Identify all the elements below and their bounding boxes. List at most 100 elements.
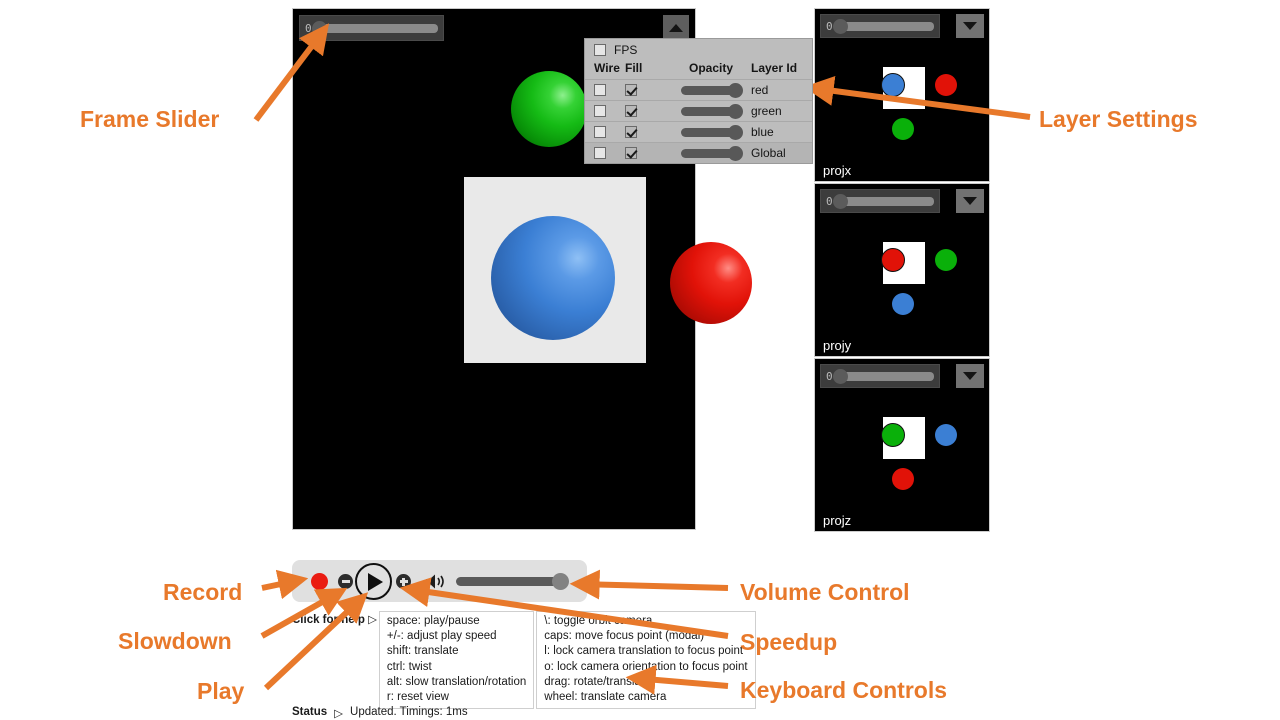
projection-dropdown-button[interactable] [956, 14, 984, 38]
volume-slider-handle[interactable] [552, 573, 569, 590]
red-dot [935, 74, 957, 96]
speedup-button[interactable] [396, 574, 411, 589]
help-item: caps: move focus point (modal) [544, 630, 705, 643]
blue-dot [881, 73, 905, 97]
help-item: \: toggle orbit camera [544, 615, 653, 627]
status-bar: Status ▷ Updated. Timings: 1ms [292, 706, 468, 720]
annotation-slowdown: Slowdown [118, 628, 232, 654]
projection-panel-projx[interactable]: 0 projx [814, 8, 990, 182]
help-item: space: play/pause [386, 615, 480, 627]
opacity-slider[interactable] [681, 145, 743, 161]
help-item: o: lock camera orientation to focus poin… [544, 660, 748, 673]
annotation-layer-settings: Layer Settings [1039, 106, 1198, 132]
opacity-slider[interactable] [681, 82, 743, 98]
red-dot [892, 468, 914, 490]
frame-slider-track[interactable] [311, 20, 438, 36]
blue-sphere [491, 216, 615, 340]
opacity-slider-handle[interactable] [728, 124, 743, 140]
frame-slider[interactable]: 0 [820, 14, 940, 38]
projection-dropdown-button[interactable] [956, 189, 984, 213]
annotation-speedup: Speedup [740, 629, 838, 655]
fill-checkbox[interactable] [625, 84, 637, 96]
arrow-volume-control [569, 569, 729, 600]
fps-row[interactable]: FPS [585, 39, 812, 60]
annotation-keyboard-controls: Keyboard Controls [740, 677, 948, 703]
record-button[interactable] [311, 573, 328, 590]
wire-checkbox[interactable] [594, 84, 606, 96]
help-item: +/-: adjust play speed [386, 630, 497, 643]
play-button[interactable] [355, 563, 392, 600]
table-row[interactable]: green [585, 100, 812, 121]
fill-checkbox[interactable] [625, 105, 637, 117]
status-label: Status [292, 706, 328, 718]
green-sphere [511, 71, 587, 147]
frame-slider-handle[interactable] [832, 193, 848, 209]
header-fill: Fill [625, 61, 643, 75]
header-wire: Wire [594, 61, 620, 75]
help-item: wheel: translate camera [544, 691, 667, 704]
projection-dropdown-button[interactable] [956, 364, 984, 388]
annotation-volume-control: Volume Control [740, 579, 910, 605]
fill-checkbox[interactable] [625, 126, 637, 138]
wire-checkbox[interactable] [594, 147, 606, 159]
triangle-down-icon [963, 197, 977, 205]
green-dot [935, 249, 957, 271]
opacity-slider-handle[interactable] [728, 82, 743, 98]
layer-id-label: green [751, 104, 782, 118]
status-text: Updated. Timings: 1ms [350, 706, 468, 718]
layer-id-label: red [751, 83, 769, 97]
fps-label: FPS [614, 43, 638, 57]
frame-slider[interactable]: 0 [820, 189, 940, 213]
red-sphere [670, 242, 752, 324]
frame-slider-handle[interactable] [832, 368, 848, 384]
layer-id-label: Global [751, 146, 786, 160]
frame-slider-value: 0 [826, 19, 833, 33]
frame-slider-value: 0 [826, 194, 833, 208]
frame-slider-track[interactable] [832, 193, 934, 209]
projection-panel-projy[interactable]: 0 projy [814, 183, 990, 357]
layer-settings-panel[interactable]: FPS Wire Fill Opacity Layer Id red green… [584, 38, 813, 164]
projection-label: projz [823, 513, 852, 528]
help-item: ctrl: twist [386, 660, 432, 673]
projection-panel-projz[interactable]: 0 projz [814, 358, 990, 532]
help-toggle-label: Click for help [292, 614, 365, 626]
opacity-slider-handle[interactable] [728, 103, 743, 119]
help-column-right: \: toggle orbit camera caps: move focus … [536, 611, 756, 710]
frame-slider-handle[interactable] [311, 20, 327, 36]
frame-slider-handle[interactable] [832, 18, 848, 34]
speaker-icon [426, 574, 444, 589]
opacity-slider-handle[interactable] [728, 145, 743, 161]
help-item: r: reset view [386, 691, 449, 704]
annotation-play: Play [197, 678, 245, 704]
help-column-left: space: play/pause +/-: adjust play speed… [378, 611, 535, 710]
fill-checkbox[interactable] [625, 147, 637, 159]
blue-dot [892, 293, 914, 315]
slowdown-button[interactable] [338, 574, 353, 589]
header-opacity: Opacity [688, 61, 733, 75]
layer-table-header: Wire Fill Opacity Layer Id [585, 60, 812, 79]
projection-label: projy [823, 338, 852, 353]
green-dot [892, 118, 914, 140]
opacity-slider[interactable] [681, 124, 743, 140]
wire-checkbox[interactable] [594, 126, 606, 138]
help-section[interactable]: Click for help ▷ space: play/pause +/-: … [292, 611, 756, 710]
header-layer-id: Layer Id [751, 61, 798, 75]
table-row[interactable]: blue [585, 121, 812, 142]
table-row[interactable]: Global [585, 142, 812, 163]
triangle-right-icon: ▷ [368, 614, 377, 626]
wire-checkbox[interactable] [594, 105, 606, 117]
triangle-right-icon: ▷ [334, 708, 344, 720]
volume-slider[interactable] [456, 573, 569, 590]
help-toggle[interactable]: Click for help ▷ [292, 611, 377, 626]
annotation-record: Record [163, 579, 243, 605]
fps-checkbox[interactable] [594, 44, 606, 56]
opacity-slider[interactable] [681, 103, 743, 119]
frame-slider[interactable]: 0 [820, 364, 940, 388]
table-row[interactable]: red [585, 79, 812, 100]
frame-slider-value: 0 [305, 21, 312, 35]
frame-slider-track[interactable] [832, 18, 934, 34]
help-item: alt: slow translation/rotation [386, 675, 527, 688]
frame-slider-track[interactable] [832, 368, 934, 384]
frame-slider[interactable]: 0 [299, 15, 444, 41]
player-controls-bar[interactable] [292, 560, 587, 602]
